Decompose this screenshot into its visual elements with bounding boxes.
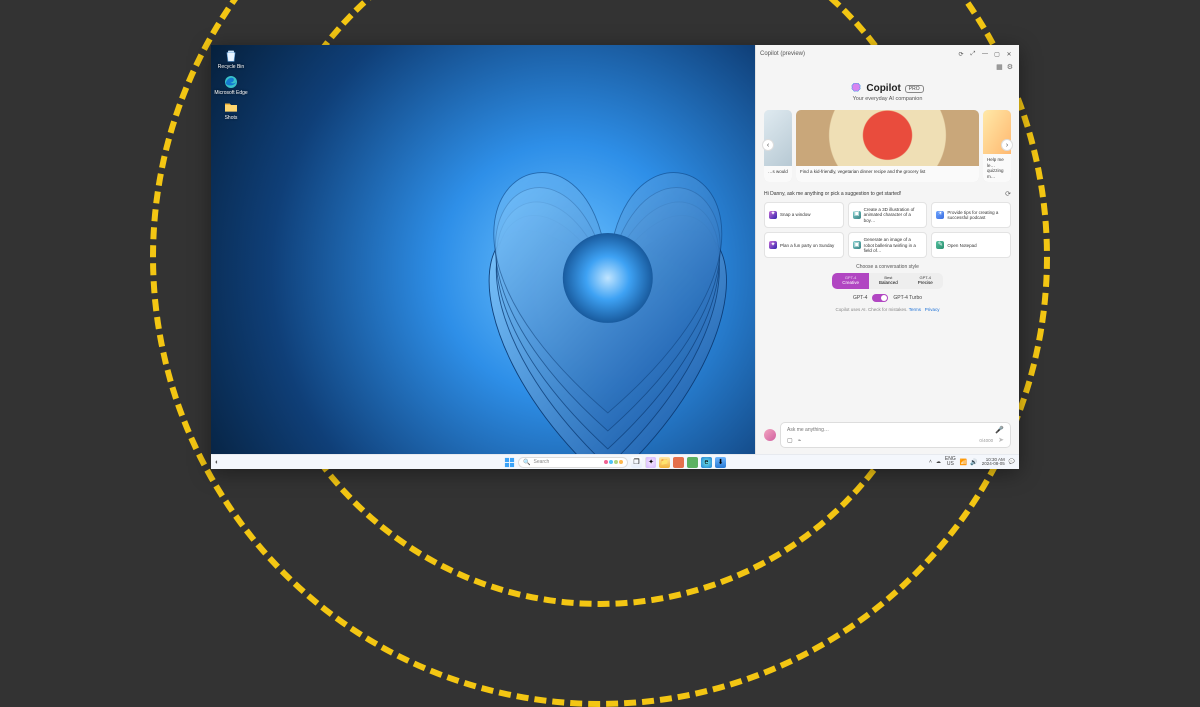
search-highlights bbox=[604, 460, 623, 464]
style-precise[interactable]: GPT-4 Precise bbox=[908, 273, 943, 288]
chat-input[interactable] bbox=[787, 427, 995, 433]
choose-style-label: Choose a conversation style bbox=[856, 264, 919, 270]
copilot-pro-badge: PRO bbox=[905, 85, 924, 93]
folder-shortcut-icon[interactable]: Shots bbox=[213, 99, 249, 122]
taskbar-search[interactable]: 🔍 Search bbox=[518, 457, 628, 468]
store-icon[interactable]: ⬇ bbox=[715, 457, 726, 468]
mic-icon[interactable]: 🎤 bbox=[995, 426, 1004, 434]
pin-window-icon[interactable]: ⤢ bbox=[967, 51, 979, 58]
task-view-icon[interactable]: ❐ bbox=[631, 457, 642, 468]
copilot-toolbar: ▦ ⚙ bbox=[756, 63, 1019, 75]
note-icon: ✎ bbox=[936, 241, 944, 249]
image-icon: ▣ bbox=[853, 211, 861, 219]
maximize-icon[interactable]: ▢ bbox=[991, 51, 1003, 58]
file-explorer-icon[interactable]: 📁 bbox=[659, 457, 670, 468]
widgets-icon[interactable]: ◐ bbox=[215, 459, 219, 466]
copilot-taskbar-icon[interactable]: ✦ bbox=[645, 457, 656, 468]
style-balanced[interactable]: Best Balanced bbox=[869, 273, 908, 288]
suggestion-5-text: Open Notepad bbox=[947, 243, 976, 248]
sparkle-icon: ✦ bbox=[769, 241, 777, 249]
copilot-brand: Copilot bbox=[866, 83, 900, 94]
windows-screen: Recycle Bin Microsoft Edge Shots Copilot… bbox=[211, 45, 1019, 469]
settings-icon[interactable]: ⚙ bbox=[1007, 63, 1013, 75]
model-toggle[interactable] bbox=[872, 294, 888, 302]
wallpaper-bloom bbox=[211, 45, 755, 454]
suggestion-4[interactable]: ▣ Generate an image of a robot ballerina… bbox=[848, 232, 928, 258]
strip-next-icon[interactable]: › bbox=[1001, 139, 1013, 151]
char-counter: 0/4000 bbox=[979, 438, 993, 443]
suggestion-1[interactable]: ▣ Create a 3D illustration of animated c… bbox=[848, 202, 928, 228]
strip-prev-icon[interactable]: ‹ bbox=[762, 139, 774, 151]
volume-icon: 🔊 bbox=[970, 459, 977, 466]
style-selector: GPT-4 Creative Best Balanced GPT-4 Preci… bbox=[832, 273, 943, 288]
strip-card-0-caption: …s would bbox=[764, 166, 792, 182]
copilot-pane: Copilot (preview) ⟳ ⤢ — ▢ ✕ ▦ ⚙ Copilot bbox=[755, 45, 1019, 454]
onedrive-icon[interactable]: ☁ bbox=[936, 459, 941, 465]
desktop-icons: Recycle Bin Microsoft Edge Shots bbox=[213, 48, 249, 125]
tray-overflow-icon[interactable]: ˄ bbox=[929, 459, 932, 465]
copilot-logo-icon bbox=[851, 83, 862, 94]
edge-shortcut-icon[interactable]: Microsoft Edge bbox=[213, 74, 249, 97]
sparkle-icon: ✦ bbox=[769, 211, 777, 219]
privacy-link[interactable]: Privacy bbox=[925, 307, 940, 312]
chat-input-box[interactable]: 🎤 ▢ ⌁ 0/4000 ➤ bbox=[780, 422, 1011, 448]
pinned-app-1-icon[interactable] bbox=[673, 457, 684, 468]
refresh-window-icon[interactable]: ⟳ bbox=[955, 51, 967, 58]
model-toggle-row: GPT-4 GPT-4 Turbo bbox=[853, 294, 922, 302]
recycle-bin-label: Recycle Bin bbox=[213, 65, 249, 71]
taskbar-search-placeholder: Search bbox=[533, 459, 601, 465]
copilot-logo-row: Copilot PRO bbox=[851, 83, 923, 94]
wifi-icon: 📶 bbox=[960, 459, 967, 466]
start-button[interactable] bbox=[504, 457, 515, 468]
attach-image-icon[interactable]: ▢ bbox=[787, 437, 793, 444]
search-icon: 🔍 bbox=[523, 459, 530, 466]
terms-link[interactable]: Terms bbox=[909, 307, 921, 312]
suggestion-0[interactable]: ✦ Snap a window bbox=[764, 202, 844, 228]
strip-card-2-caption: Help me le… quizzing m… bbox=[983, 154, 1011, 182]
user-avatar[interactable] bbox=[764, 429, 776, 441]
system-tray[interactable]: 📶 🔊 bbox=[960, 459, 978, 466]
suggestion-grid: ✦ Snap a window ▣ Create a 3D illustrati… bbox=[764, 202, 1011, 258]
style-creative[interactable]: GPT-4 Creative bbox=[832, 273, 869, 288]
model-right-label: GPT-4 Turbo bbox=[893, 295, 922, 301]
strip-card-1[interactable]: Find a kid-friendly, vegetarian dinner r… bbox=[796, 110, 979, 182]
suggestion-1-text: Create a 3D illustration of animated cha… bbox=[864, 207, 923, 223]
copilot-greeting: Hi Danny, ask me anything or pick a sugg… bbox=[764, 191, 1005, 197]
edge-shortcut-label: Microsoft Edge bbox=[213, 91, 249, 97]
suggestion-2[interactable]: ☀ Provide tips for creating a successful… bbox=[931, 202, 1011, 228]
suggestion-4-text: Generate an image of a robot ballerina t… bbox=[864, 237, 923, 253]
suggestions-refresh-icon[interactable]: ⟳ bbox=[1005, 190, 1011, 198]
taskbar-clock[interactable]: 10:30 AM 2024-08-05 bbox=[982, 458, 1005, 467]
strip-card-1-caption: Find a kid-friendly, vegetarian dinner r… bbox=[796, 166, 979, 182]
suggestion-3-text: Plan a fun party on Sunday bbox=[780, 243, 834, 248]
copilot-titlebar: Copilot (preview) ⟳ ⤢ — ▢ ✕ bbox=[756, 45, 1019, 63]
pinned-app-2-icon[interactable] bbox=[687, 457, 698, 468]
copilot-window-title: Copilot (preview) bbox=[760, 51, 805, 57]
image-icon: ▣ bbox=[853, 241, 861, 249]
notifications-icon[interactable]: 💬 bbox=[1009, 459, 1015, 465]
edge-taskbar-icon[interactable]: e bbox=[701, 457, 712, 468]
suggestion-2-text: Provide tips for creating a successful p… bbox=[947, 210, 1006, 221]
suggestion-5[interactable]: ✎ Open Notepad bbox=[931, 232, 1011, 258]
language-indicator[interactable]: ENG US bbox=[945, 457, 956, 467]
idea-icon: ☀ bbox=[936, 211, 944, 219]
copilot-subtitle: Your everyday AI companion bbox=[853, 96, 923, 102]
suggestion-0-text: Snap a window bbox=[780, 212, 811, 217]
suggestion-card-strip: ‹ › …s would Find a kid-friendly, vegeta… bbox=[764, 110, 1011, 182]
send-icon[interactable]: ➤ bbox=[998, 436, 1004, 444]
taskbar: ◐ 🔍 Search ❐ ✦ 📁 e ⬇ ˄ ☁ bbox=[211, 454, 1019, 469]
attach-file-icon[interactable]: ⌁ bbox=[798, 437, 802, 444]
model-left-label: GPT-4 bbox=[853, 295, 867, 301]
folder-shortcut-label: Shots bbox=[213, 116, 249, 122]
minimize-icon[interactable]: — bbox=[979, 51, 991, 57]
plugins-icon[interactable]: ▦ bbox=[996, 63, 1003, 75]
close-icon[interactable]: ✕ bbox=[1003, 51, 1015, 58]
suggestion-3[interactable]: ✦ Plan a fun party on Sunday bbox=[764, 232, 844, 258]
desktop-wallpaper[interactable]: Recycle Bin Microsoft Edge Shots bbox=[211, 45, 755, 454]
recycle-bin-icon[interactable]: Recycle Bin bbox=[213, 48, 249, 71]
copilot-disclaimer: Copilot uses AI. Check for mistakes. Ter… bbox=[836, 307, 940, 312]
